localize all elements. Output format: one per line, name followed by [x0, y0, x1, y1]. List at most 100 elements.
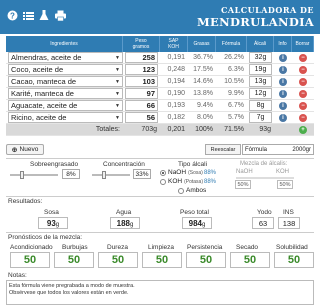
prog-value-dureza: 50 — [98, 252, 138, 268]
chevron-down-icon: ▼ — [115, 78, 120, 85]
formula-value: 9.9% — [216, 88, 247, 100]
sap-value: 0,191 — [160, 52, 188, 64]
app-header: ? CALCULADORA DE MENDRULANDIA — [0, 0, 320, 34]
info-icon[interactable]: i — [279, 77, 287, 86]
totals-formula: 71.5% — [216, 124, 247, 136]
totals-sap: 0,201 — [160, 124, 188, 136]
grasas-value: 9.4% — [188, 100, 216, 112]
grams-input[interactable]: 258 — [125, 52, 158, 63]
concentracion-slider[interactable] — [92, 171, 130, 179]
col-alkali: Álcali — [247, 36, 274, 52]
ingredient-name: Karité, manteca de — [11, 89, 74, 98]
radio-dot[interactable] — [178, 187, 184, 194]
ingredient-select[interactable]: Aguacate, aceite de ▼ — [8, 100, 123, 111]
reescalar-button[interactable]: Reescalar — [205, 144, 241, 155]
prog-label-secado: Secado — [236, 244, 259, 251]
info-icon[interactable]: i — [279, 53, 287, 62]
col-grasas: Grasas — [188, 36, 216, 52]
chevron-down-icon: ▼ — [115, 66, 120, 73]
grasas-value: 36.7% — [188, 52, 216, 64]
delete-icon[interactable]: − — [299, 101, 307, 110]
table-row: Almendras, aceite de ▼ 258 0,191 36.7% 26… — [6, 52, 314, 64]
slider-handle[interactable] — [102, 171, 106, 179]
delete-icon[interactable]: − — [299, 53, 307, 62]
chevron-down-icon: ▼ — [115, 90, 120, 97]
table-row: Aguacate, aceite de ▼ 66 0,193 9.4% 6.7% … — [6, 100, 314, 112]
chevron-down-icon: ▼ — [115, 102, 120, 109]
list-icon[interactable] — [22, 9, 34, 22]
radio-koh[interactable]: KOH (Potasa) — [160, 178, 203, 185]
info-icon[interactable]: i — [279, 113, 287, 122]
formula-value: 5.7% — [216, 112, 247, 124]
mezcla-slider[interactable] — [236, 177, 294, 179]
sobreengrasado-input[interactable]: 8% — [62, 169, 80, 179]
radio-dot[interactable] — [160, 178, 166, 185]
ingredient-select[interactable]: Almendras, aceite de ▼ — [8, 52, 123, 63]
notes-textarea[interactable]: Esta fórmula viene pregrabada a modo de … — [6, 280, 314, 305]
ingredient-name: Aguacate, aceite de — [11, 101, 78, 110]
sap-value: 0,193 — [160, 100, 188, 112]
grams-input[interactable]: 56 — [125, 112, 158, 123]
info-icon[interactable]: i — [279, 101, 287, 110]
grams-input[interactable]: 123 — [125, 64, 158, 75]
header-toolbar: ? — [6, 9, 66, 22]
ingredient-select[interactable]: Cacao, manteca de ▼ — [8, 76, 123, 87]
sap-value: 0,182 — [160, 112, 188, 124]
naoh-sub: (Sosa) — [188, 169, 203, 176]
svg-text:?: ? — [10, 11, 15, 20]
sosa-unit: g — [55, 222, 60, 228]
delete-icon[interactable]: − — [299, 113, 307, 122]
grams-input[interactable]: 97 — [125, 88, 158, 99]
ingredient-select[interactable]: Coco, aceite de ▼ — [8, 64, 123, 75]
peso-unit: g — [202, 222, 206, 228]
formula-value: 26.2% — [216, 52, 247, 64]
agua-unit: g — [130, 222, 134, 228]
radio-ambos[interactable]: Ambos — [178, 187, 206, 194]
info-icon[interactable]: i — [279, 65, 287, 74]
sobreengrasado-slider[interactable] — [10, 171, 58, 179]
grams-input[interactable]: 103 — [125, 76, 158, 87]
concentracion-label: Concentración — [103, 161, 145, 168]
table-header: Ingredientes Peso gramos SAP KOH Grasas … — [6, 36, 314, 52]
alkali-value: 12g — [249, 88, 272, 99]
grams-input[interactable]: 66 — [125, 100, 158, 111]
koh-sub: (Potasa) — [184, 178, 203, 185]
brand-bottom-text: MENDRULANDIA — [197, 15, 314, 29]
yodo-label: Yodo — [257, 209, 272, 216]
add-row-icon[interactable]: + — [299, 125, 307, 134]
delete-icon[interactable]: − — [299, 89, 307, 98]
table-row: Karité, manteca de ▼ 97 0,190 13.8% 9.9% … — [6, 88, 314, 100]
naoh-purity: 88% — [204, 170, 217, 176]
formula-label: Fórmula — [245, 147, 268, 153]
delete-icon[interactable]: − — [299, 77, 307, 86]
prognosis-title: Pronósticos de la mezcla: — [8, 234, 83, 241]
formula-value: 10.5% — [216, 76, 247, 88]
radio-dot[interactable] — [160, 169, 166, 176]
totals-grams: 703g — [123, 124, 160, 136]
ingredient-select[interactable]: Karité, manteca de ▼ — [8, 88, 123, 99]
concentracion-input[interactable]: 33% — [133, 169, 151, 179]
help-icon[interactable]: ? — [6, 9, 18, 22]
formula-value: 6.7% — [216, 100, 247, 112]
formula-weight-field[interactable]: Fórmula 2000gr — [242, 144, 314, 155]
radio-naoh[interactable]: NaOH (Sosa) — [160, 169, 203, 176]
col-peso-label: Peso gramos — [132, 38, 150, 50]
col-peso: Peso gramos — [123, 36, 160, 52]
totals-row: Totales: 703g 0,201 100% 71.5% 93g + — [6, 124, 314, 136]
print-icon[interactable] — [54, 9, 66, 22]
prog-label-persistencia: Persistencia — [187, 244, 223, 251]
divider — [6, 158, 314, 159]
col-borrar: Borrar — [292, 36, 314, 52]
slider-handle[interactable] — [20, 171, 24, 179]
delete-icon[interactable]: − — [299, 65, 307, 74]
ambos-label: Ambos — [186, 187, 207, 194]
info-icon[interactable]: i — [279, 89, 287, 98]
mezcla-koh-label: KOH — [276, 169, 290, 175]
mezcla-koh-value[interactable]: 50% — [277, 180, 293, 189]
mezcla-naoh-value[interactable]: 50% — [235, 180, 251, 189]
table-row: Coco, aceite de ▼ 123 0,248 17.5% 6.3% 19… — [6, 64, 314, 76]
flask-icon[interactable] — [38, 9, 50, 22]
ingredient-select[interactable]: Ricino, aceite de ▼ — [8, 112, 123, 123]
nuevo-button[interactable]: ⊕ Nuevo — [6, 144, 44, 155]
peso-label: Peso total — [180, 209, 209, 216]
